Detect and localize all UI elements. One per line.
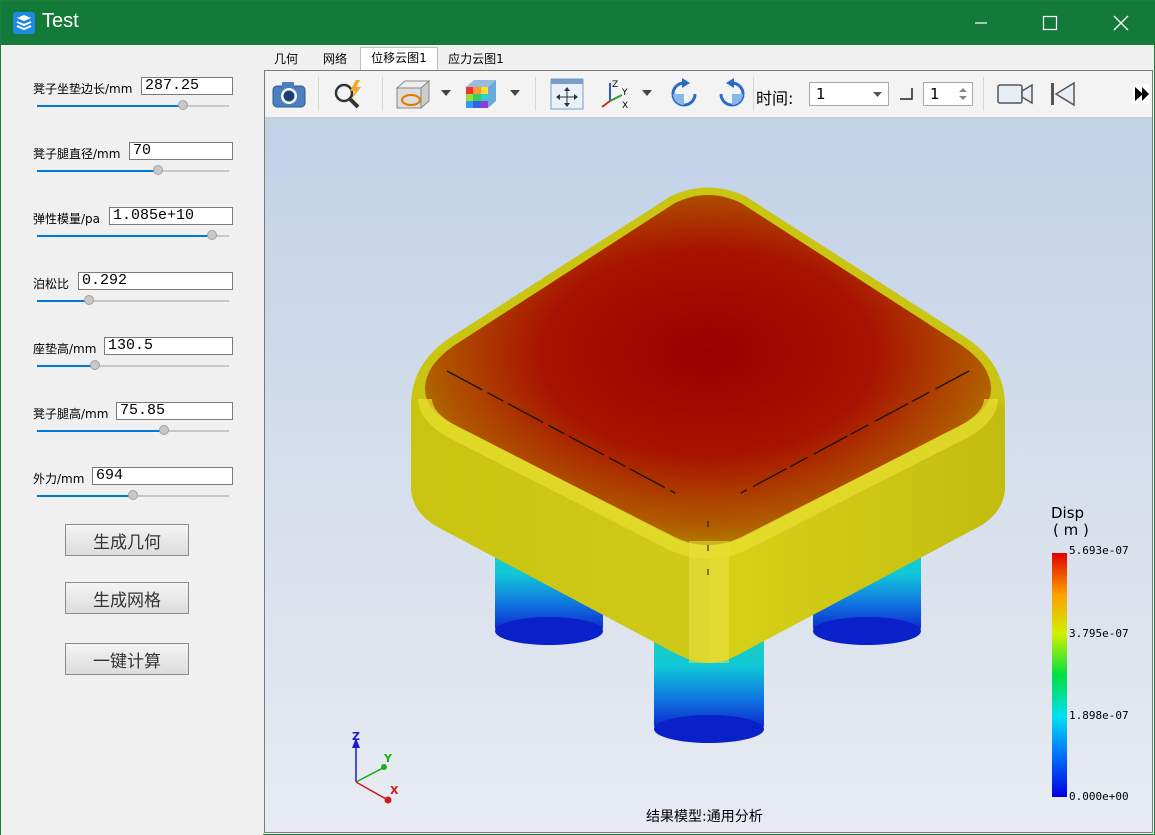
param-label-seat-length: 凳子坐垫边长/mm <box>33 82 133 96</box>
leg-height-input[interactable]: 75.85 <box>116 402 233 420</box>
slider-fill <box>37 105 183 107</box>
legend-title: Disp <box>1051 504 1085 522</box>
slider-fill <box>37 430 164 432</box>
title-bar: Test <box>1 1 1155 45</box>
tab-bar: 几何 网络 位移云图1 应力云图1 <box>264 45 1154 71</box>
legend-unit: ( m ) <box>1053 521 1089 539</box>
axis-label-z: Z <box>352 730 360 743</box>
external-force-slider[interactable] <box>37 490 229 500</box>
slider-handle[interactable] <box>153 165 163 175</box>
maximize-button[interactable] <box>1027 1 1073 45</box>
slider-handle[interactable] <box>128 490 138 500</box>
poisson-ratio-input[interactable]: 0.292 <box>78 272 233 290</box>
legend-tick-min: 0.000e+00 <box>1069 790 1129 803</box>
close-icon <box>1113 15 1129 31</box>
result-panel: 几何 网络 位移云图1 应力云图1 Z Y X 时间: 1 1 Z Y X Di… <box>264 45 1154 834</box>
slider-handle[interactable] <box>84 295 94 305</box>
parameter-panel: 凳子坐垫边长/mm 287.25 凳子腿直径/mm 70 弹性模量/pa 1.0… <box>1 45 263 835</box>
close-button[interactable] <box>1098 1 1144 45</box>
result-model-status: 结果模型:通用分析 <box>646 809 763 825</box>
generate-geometry-button[interactable]: 生成几何 <box>65 524 189 556</box>
axis-label-y: Y <box>383 752 393 765</box>
maximize-icon <box>1042 15 1058 31</box>
slider-handle[interactable] <box>207 230 217 240</box>
slider-fill <box>37 170 158 172</box>
external-force-input[interactable]: 694 <box>92 467 233 485</box>
legend-tick-upper: 3.795e-07 <box>1069 627 1129 640</box>
window-title: Test <box>42 10 79 32</box>
seat-height-input[interactable]: 130.5 <box>104 337 233 355</box>
3d-viewer[interactable]: Z Y X 时间: 1 1 Z Y X Disp (m) 5.693e-07… <box>264 70 1153 833</box>
tab-geometry[interactable]: 几何 <box>268 49 304 69</box>
param-label-seat-height: 座垫高/mm <box>33 342 97 356</box>
tab-network[interactable]: 网络 <box>314 49 356 69</box>
leg-diameter-slider[interactable] <box>37 165 229 175</box>
axis-triad: Z Y X <box>352 730 399 804</box>
seat-length-slider[interactable] <box>37 100 229 110</box>
legend-colorbar <box>1052 553 1067 797</box>
legend-tick-max: 5.693e-07 <box>1069 544 1129 557</box>
slider-fill <box>37 235 212 237</box>
compute-button[interactable]: 一键计算 <box>65 643 189 675</box>
leg-height-slider[interactable] <box>37 425 229 435</box>
param-label-elastic-modulus: 弹性模量/pa <box>33 212 101 226</box>
slider-handle[interactable] <box>178 100 188 110</box>
tab-stress[interactable]: 应力云图1 <box>442 49 510 69</box>
param-label-leg-diameter: 凳子腿直径/mm <box>33 147 121 161</box>
elastic-modulus-input[interactable]: 1.085e+10 <box>109 207 233 225</box>
slider-fill <box>37 365 95 367</box>
minimize-button[interactable] <box>958 1 1004 45</box>
param-label-leg-height: 凳子腿高/mm <box>33 407 109 421</box>
poisson-ratio-slider[interactable] <box>37 295 229 305</box>
slider-fill <box>37 300 89 302</box>
slider-handle[interactable] <box>159 425 169 435</box>
generate-mesh-button[interactable]: 生成网格 <box>65 582 189 614</box>
param-label-poisson: 泊松比 <box>33 277 70 291</box>
elastic-modulus-slider[interactable] <box>37 230 229 240</box>
minimize-icon <box>975 22 987 24</box>
param-label-external-force: 外力/mm <box>33 472 85 486</box>
tab-displacement[interactable]: 位移云图1 <box>360 47 438 71</box>
legend-tick-lower: 1.898e-07 <box>1069 709 1129 722</box>
app-window: Test 凳子坐垫边长/mm 287.25 凳子腿直径/mm 70 弹性模量/p… <box>0 0 1155 835</box>
leg-diameter-input[interactable]: 70 <box>129 142 233 160</box>
seat-height-slider[interactable] <box>37 360 229 370</box>
seat-length-input[interactable]: 287.25 <box>141 77 233 95</box>
slider-handle[interactable] <box>90 360 100 370</box>
model-canvas[interactable]: Z Y X <box>265 71 1153 833</box>
slider-fill <box>37 495 133 497</box>
app-icon <box>13 12 35 34</box>
axis-label-x: X <box>390 784 399 797</box>
